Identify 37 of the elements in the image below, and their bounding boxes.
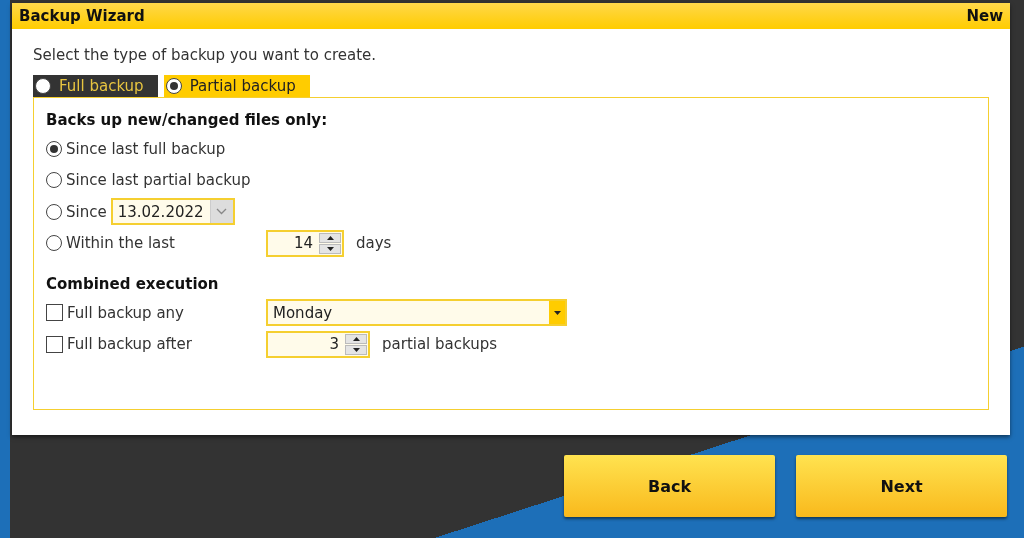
option-label: Since last partial backup [66, 171, 251, 190]
radio-button[interactable] [46, 235, 62, 252]
down-arrow-icon [326, 246, 334, 251]
date-field[interactable]: 13.02.2022 [110, 198, 235, 226]
section-heading: Backs up new/changed files only: [46, 111, 329, 129]
up-arrow-icon [326, 235, 334, 240]
spin-up-button[interactable] [319, 232, 341, 243]
weekday-dropdown[interactable]: Monday [266, 299, 567, 327]
option-label: Full backup after [67, 335, 192, 354]
checkbox[interactable] [46, 335, 63, 353]
option-label: Within the last [66, 234, 175, 253]
option-label: Since last full backup [66, 139, 226, 158]
caret-icon [553, 310, 561, 315]
radio-button[interactable] [46, 140, 62, 157]
mode-label: New [966, 7, 1003, 25]
spin-up-button[interactable] [345, 333, 367, 344]
option-label: Since [66, 202, 107, 221]
instruction-text: Select the type of backup you want to create. [33, 46, 378, 64]
backup-type-tab[interactable]: Partial backup [163, 75, 310, 97]
chevron-down-icon [216, 208, 228, 216]
spin-down-button[interactable] [345, 344, 367, 355]
wizard-button[interactable]: Next [796, 455, 1007, 517]
spin-down-button[interactable] [319, 243, 341, 254]
radio-button[interactable] [46, 172, 62, 189]
up-arrow-icon [352, 336, 360, 341]
window-title: Backup Wizard [19, 7, 145, 25]
down-arrow-icon [352, 347, 360, 352]
radio-button[interactable] [46, 203, 62, 220]
backup-type-tab[interactable]: Full backup [33, 75, 158, 97]
number-field[interactable]: 14 [266, 229, 344, 257]
wizard-button[interactable]: Back [564, 455, 775, 517]
number-field[interactable]: 3 [266, 330, 370, 358]
option-label: Full backup any [67, 303, 184, 322]
unit-label: days [356, 234, 392, 253]
unit-label: partial backups [382, 335, 498, 354]
checkbox[interactable] [46, 304, 63, 322]
section-heading: Combined execution [46, 275, 220, 293]
